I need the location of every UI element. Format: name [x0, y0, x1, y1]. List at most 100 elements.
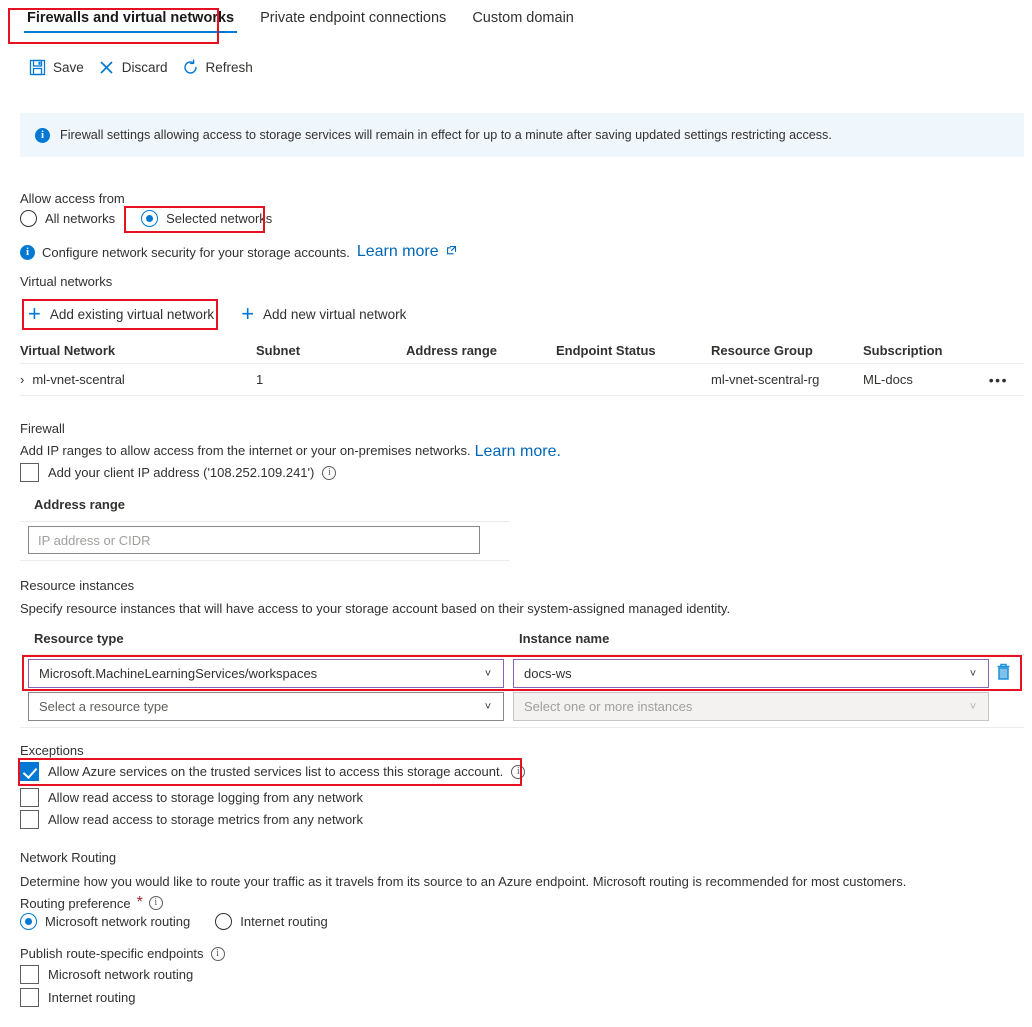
routing-preference-label: Routing preference: [20, 895, 131, 911]
instance-name-select-row-2: Select one or more instances ˅: [513, 692, 989, 721]
cell-virtual-network: ml-vnet-scentral: [32, 372, 125, 387]
save-label: Save: [53, 60, 84, 75]
delete-resource-instance-button[interactable]: [995, 662, 1012, 687]
firewall-heading: Firewall: [20, 421, 65, 436]
external-link-icon: [446, 243, 457, 261]
checkbox-allow-read-access-metrics[interactable]: Allow read access to storage metrics fro…: [20, 810, 363, 829]
resource-type-select-row-1[interactable]: Microsoft.MachineLearningServices/worksp…: [28, 659, 504, 688]
routing-preference-label-row: Routing preference * i: [20, 894, 163, 912]
tab-bar: Firewalls and virtual networks Private e…: [0, 0, 1032, 46]
radio-all-networks[interactable]: All networks: [20, 210, 115, 227]
resource-instances-bottom-divider: [20, 727, 1024, 728]
column-header-resource-group: Resource Group: [711, 343, 813, 358]
close-icon: [98, 59, 115, 76]
refresh-icon: [182, 59, 199, 76]
chevron-down-icon: ˅: [969, 667, 977, 680]
column-header-endpoint-status: Endpoint Status: [556, 343, 656, 358]
radio-indicator: [141, 210, 159, 227]
checkbox-publish-microsoft-network-routing[interactable]: Microsoft network routing: [20, 965, 193, 984]
chevron-right-icon[interactable]: ›: [20, 372, 24, 387]
network-routing-heading: Network Routing: [20, 850, 117, 865]
configure-network-security-note: i Configure network security for your st…: [20, 243, 457, 261]
info-banner: i Firewall settings allowing access to s…: [20, 113, 1024, 157]
publish-endpoints-label: Publish route-specific endpoints: [20, 946, 204, 961]
discard-button[interactable]: Discard: [95, 54, 179, 81]
address-range-label: Address range: [34, 497, 126, 512]
select-placeholder: Select a resource type: [39, 699, 169, 714]
description-text: Add IP ranges to allow access from the i…: [20, 443, 471, 458]
resource-type-column-label: Resource type: [34, 631, 124, 646]
radio-microsoft-network-routing[interactable]: Microsoft network routing: [20, 913, 190, 930]
tab-private-endpoint-connections[interactable]: Private endpoint connections: [247, 0, 459, 37]
checkbox-add-client-ip[interactable]: Add your client IP address ('108.252.109…: [20, 463, 314, 482]
info-icon[interactable]: i: [148, 896, 163, 910]
address-range-placeholder: IP address or CIDR: [38, 532, 151, 548]
info-icon[interactable]: i: [210, 946, 225, 961]
client-ip-row: Add your client IP address ('108.252.109…: [20, 463, 337, 482]
cell-resource-group: ml-vnet-scentral-rg: [711, 372, 820, 387]
info-icon[interactable]: i: [511, 764, 526, 779]
checkbox-label: Add your client IP address ('108.252.109…: [48, 465, 315, 480]
exceptions-heading: Exceptions: [20, 743, 84, 758]
select-placeholder: Select one or more instances: [524, 699, 693, 714]
checkbox-indicator: [20, 988, 39, 1007]
firewall-description: Add IP ranges to allow access from the i…: [20, 443, 561, 461]
select-value: Microsoft.MachineLearningServices/worksp…: [39, 666, 318, 681]
radio-label: Selected networks: [166, 211, 273, 226]
learn-more-link[interactable]: Learn more: [357, 243, 439, 261]
checkbox-indicator: [20, 965, 39, 984]
firewalls-and-virtual-networks-page: Firewalls and virtual networks Private e…: [0, 0, 1032, 1027]
radio-internet-routing[interactable]: Internet routing: [215, 913, 328, 930]
chevron-down-icon: ˅: [484, 700, 492, 713]
column-header-address-range: Address range: [406, 343, 498, 358]
tab-label: Firewalls and virtual networks: [27, 10, 235, 26]
publish-endpoints-label-row: Publish route-specific endpoints i: [20, 946, 225, 961]
checkbox-allow-trusted-services[interactable]: Allow Azure services on the trusted serv…: [20, 762, 503, 781]
address-range-input[interactable]: IP address or CIDR: [28, 526, 480, 554]
learn-more-link[interactable]: Learn more.: [475, 443, 561, 461]
trash-icon: [997, 663, 1010, 680]
tab-label: Custom domain: [472, 10, 574, 26]
add-existing-virtual-network-button[interactable]: + Add existing virtual network: [28, 303, 214, 325]
save-icon: [29, 59, 46, 76]
chevron-down-icon: ˅: [969, 700, 977, 713]
column-header-subnet: Subnet: [256, 343, 301, 358]
select-value: docs-ws: [524, 666, 572, 681]
command-bar: Save Discard Refresh: [0, 54, 264, 81]
radio-indicator: [215, 913, 233, 930]
radio-indicator: [20, 913, 37, 930]
info-icon: i: [35, 127, 50, 143]
checkbox-allow-read-access-logging[interactable]: Allow read access to storage logging fro…: [20, 788, 363, 807]
checkbox-label: Allow Azure services on the trusted serv…: [48, 764, 504, 779]
button-label: Add new virtual network: [263, 306, 407, 322]
resource-instances-description: Specify resource instances that will hav…: [20, 601, 731, 616]
instance-name-select-row-1[interactable]: docs-ws ˅: [513, 659, 989, 688]
refresh-button[interactable]: Refresh: [179, 54, 264, 81]
tab-custom-domain[interactable]: Custom domain: [459, 0, 587, 37]
radio-selected-networks[interactable]: Selected networks: [141, 210, 272, 227]
resource-instances-heading: Resource instances: [20, 578, 135, 593]
row-context-menu-icon[interactable]: •••: [983, 372, 1024, 388]
allow-access-heading: Allow access from: [20, 191, 125, 206]
tab-firewalls-and-virtual-networks[interactable]: Firewalls and virtual networks: [14, 0, 247, 37]
save-button[interactable]: Save: [26, 54, 95, 81]
radio-label: Internet routing: [240, 914, 328, 929]
resource-type-select-row-2[interactable]: Select a resource type ˅: [28, 692, 504, 721]
checkbox-indicator: [20, 762, 39, 781]
add-new-virtual-network-button[interactable]: + Add new virtual network: [241, 303, 406, 325]
cell-subscription: ML-docs: [863, 372, 913, 387]
cell-subnet: 1: [256, 372, 264, 387]
network-routing-description: Determine how you would like to route yo…: [20, 874, 907, 889]
radio-indicator: [20, 210, 37, 227]
plus-icon: +: [241, 301, 255, 326]
virtual-networks-actions: + Add existing virtual network + Add new…: [28, 303, 406, 325]
checkbox-publish-internet-routing[interactable]: Internet routing: [20, 988, 135, 1007]
virtual-networks-table: Virtual Network Subnet Address range End…: [20, 338, 1024, 396]
checkbox-label: Microsoft network routing: [48, 967, 194, 982]
info-icon[interactable]: i: [322, 465, 337, 480]
checkbox-label: Allow read access to storage metrics fro…: [48, 812, 364, 827]
resource-instances-header-divider: [20, 654, 1024, 655]
discard-label: Discard: [121, 60, 168, 75]
checkbox-indicator: [20, 788, 39, 807]
table-row[interactable]: › ml-vnet-scentral 1 ml-vnet-scentral-rg…: [20, 364, 1024, 396]
